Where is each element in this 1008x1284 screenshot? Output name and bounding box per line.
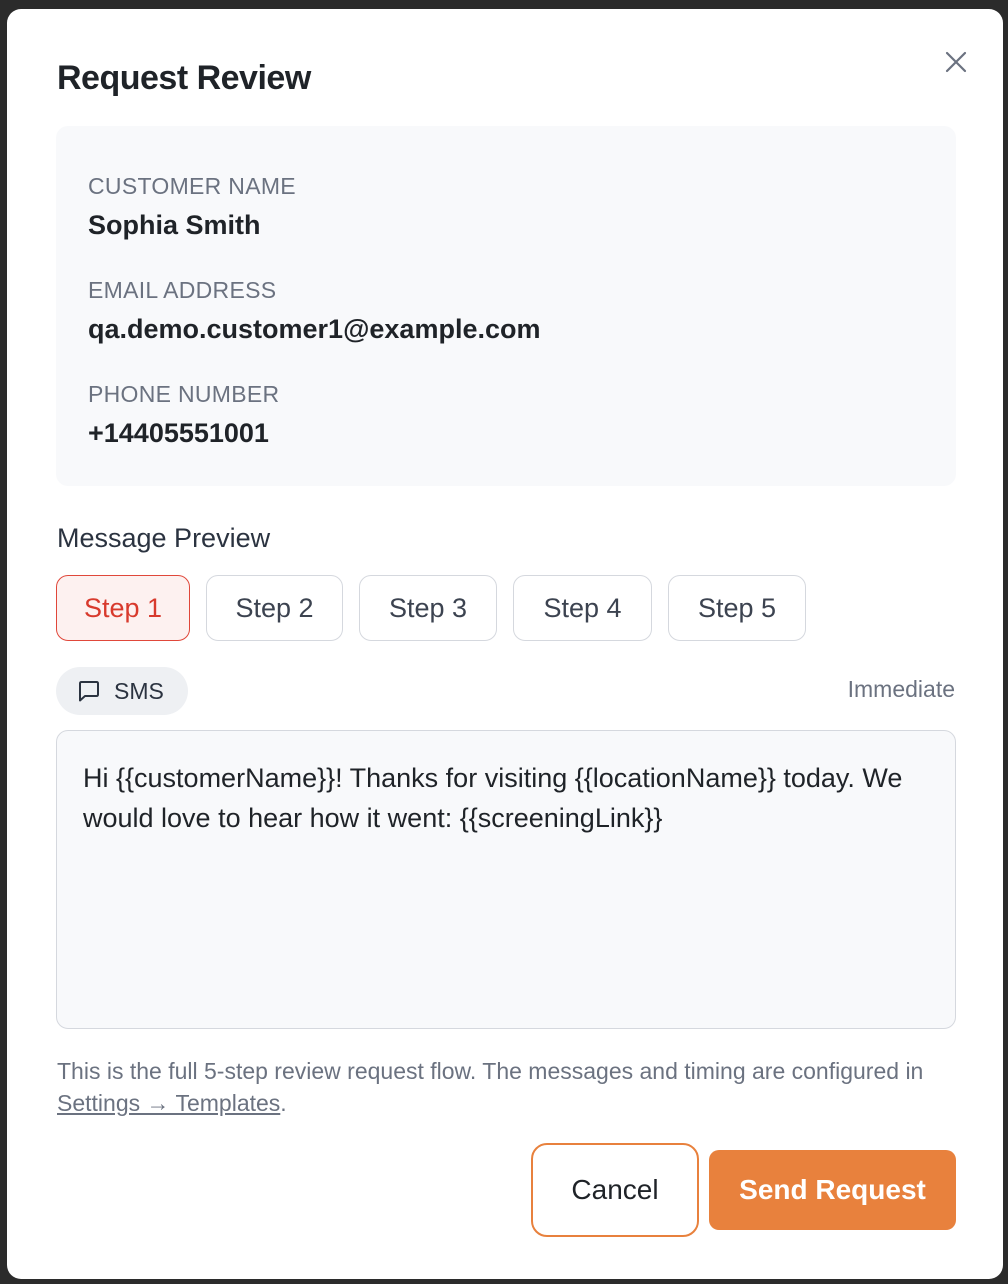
phone-number-label: PHONE NUMBER <box>88 381 280 407</box>
footnote-text: This is the full 5-step review request f… <box>57 1058 924 1084</box>
footnote-end: . <box>280 1090 287 1116</box>
customer-name-label: CUSTOMER NAME <box>88 173 296 199</box>
email-address-value: qa.demo.customer1@example.com <box>88 314 541 344</box>
message-square-icon <box>79 681 99 702</box>
channel-badge: SMS <box>56 667 188 715</box>
dialog-title: Request Review <box>57 59 311 97</box>
customer-name-value: Sophia Smith <box>88 210 261 240</box>
customer-info-card: CUSTOMER NAME Sophia Smith EMAIL ADDRESS… <box>56 126 956 486</box>
phone-number-value: +14405551001 <box>88 418 269 448</box>
email-address-label: EMAIL ADDRESS <box>88 277 277 303</box>
channel-label: SMS <box>114 677 164 704</box>
step-5-tab[interactable]: Step 5 <box>668 575 806 641</box>
settings-templates-link[interactable]: Settings → Templates <box>57 1090 280 1116</box>
step-2-tab[interactable]: Step 2 <box>206 575 343 641</box>
message-preview-textarea[interactable]: Hi {{customerName}}! Thanks for visiting… <box>56 730 956 1029</box>
close-button[interactable] <box>939 45 973 79</box>
footnote: This is the full 5-step review request f… <box>57 1055 957 1119</box>
step-4-tab[interactable]: Step 4 <box>513 575 652 641</box>
request-review-dialog: Request Review CUSTOMER NAME Sophia Smit… <box>7 9 1003 1279</box>
cancel-button[interactable]: Cancel <box>531 1143 699 1237</box>
step-1-tab[interactable]: Step 1 <box>56 575 190 641</box>
close-icon <box>945 51 967 73</box>
step-3-tab[interactable]: Step 3 <box>359 575 497 641</box>
message-preview-title: Message Preview <box>57 523 271 553</box>
step-timing: Immediate <box>847 676 955 702</box>
send-request-button[interactable]: Send Request <box>709 1150 956 1230</box>
